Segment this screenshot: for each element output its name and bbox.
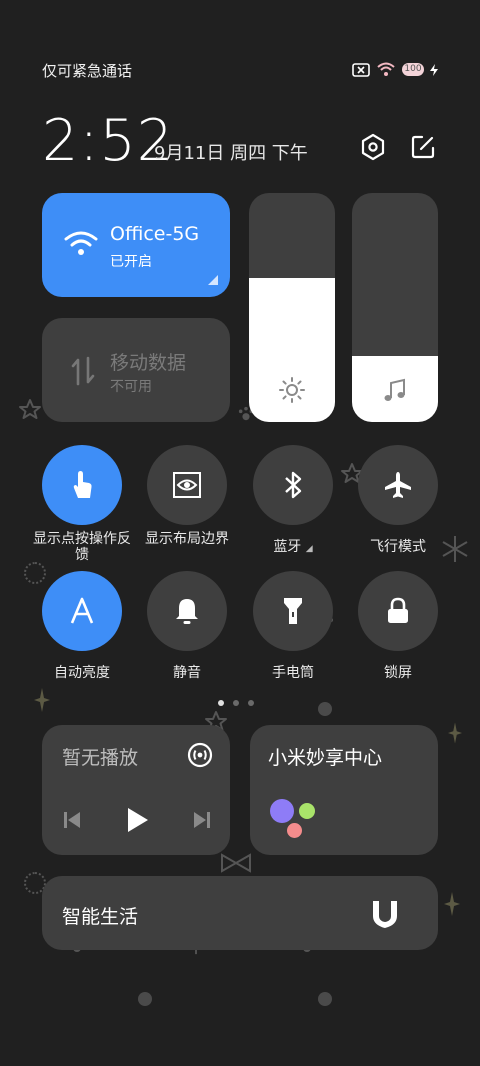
- silent-toggle[interactable]: [147, 571, 227, 651]
- touch-icon: [73, 471, 92, 498]
- mobile-data-status: 不可用: [110, 379, 152, 395]
- mobile-data-tile[interactable]: 移动数据 不可用: [42, 318, 230, 422]
- lock-screen-label: 锁屏: [384, 665, 412, 681]
- volume-slider[interactable]: [352, 193, 438, 422]
- lock-screen-toggle[interactable]: [358, 571, 438, 651]
- wifi-network-name: Office-5G: [110, 223, 200, 245]
- media-player-tile[interactable]: 暂无播放: [42, 725, 230, 855]
- flashlight-toggle[interactable]: [253, 571, 333, 651]
- sparkle-decoration: [34, 688, 50, 712]
- bow-decoration: [221, 853, 251, 873]
- wifi-icon: [64, 231, 98, 255]
- mobile-data-icon: [71, 356, 95, 386]
- page-indicator: [218, 700, 254, 706]
- settings-icon[interactable]: [358, 132, 388, 162]
- bluetooth-toggle[interactable]: [253, 445, 333, 525]
- wifi-tile[interactable]: Office-5G 已开启: [42, 193, 230, 297]
- edit-icon[interactable]: [408, 132, 438, 162]
- bluetooth-label: 蓝牙 ◢: [273, 539, 313, 555]
- auto-brightness-icon: [70, 597, 94, 624]
- layout-bounds-icon: [173, 472, 201, 498]
- previous-track-icon[interactable]: [62, 810, 82, 830]
- media-title: 暂无播放: [62, 747, 139, 769]
- dot-decoration: [138, 992, 152, 1006]
- battery-icon: 100: [402, 63, 424, 76]
- touch-feedback-toggle[interactable]: [42, 445, 122, 525]
- layout-bounds-label: 显示布局边界: [145, 531, 229, 547]
- music-note-icon: [384, 378, 405, 401]
- airplane-icon: [385, 472, 411, 498]
- airplane-mode-label: 飞行模式: [370, 539, 426, 555]
- mi-share-title: 小米妙享中心: [268, 747, 383, 769]
- expand-corner-icon[interactable]: [208, 275, 218, 285]
- mi-share-logo-icon: [270, 799, 320, 843]
- airplane-mode-toggle[interactable]: [358, 445, 438, 525]
- smart-life-title: 智能生活: [62, 906, 139, 928]
- layout-bounds-toggle[interactable]: [147, 445, 227, 525]
- page-dot[interactable]: [248, 700, 254, 706]
- dot-decoration: [24, 562, 46, 584]
- wifi-status: 已开启: [110, 254, 152, 270]
- touch-feedback-label: 显示点按操作反馈: [33, 531, 131, 563]
- bluetooth-icon: [285, 471, 302, 499]
- smart-life-tile[interactable]: 智能生活: [42, 876, 438, 950]
- dot-decoration: [318, 992, 332, 1006]
- auto-brightness-toggle[interactable]: [42, 571, 122, 651]
- lock-icon: [388, 597, 408, 623]
- page-dot[interactable]: [218, 700, 224, 706]
- status-icons: 100: [352, 62, 438, 77]
- no-sim-icon: [352, 62, 370, 77]
- wifi-signal-icon: [377, 62, 395, 76]
- sun-icon: [279, 377, 305, 403]
- brightness-slider[interactable]: [249, 193, 335, 422]
- star-decoration: [19, 399, 41, 419]
- sparkle-decoration: [444, 892, 460, 916]
- page-dot[interactable]: [233, 700, 239, 706]
- silent-label: 静音: [173, 665, 201, 681]
- flashlight-label: 手电筒: [272, 665, 314, 681]
- cast-output-icon[interactable]: [186, 741, 214, 769]
- flashlight-icon: [284, 598, 302, 624]
- bell-icon: [176, 599, 198, 624]
- next-track-icon[interactable]: [192, 810, 212, 830]
- carrier-status-text: 仅可紧急通话: [42, 62, 133, 80]
- date-text: 9月11日 周四 下午: [154, 143, 308, 164]
- dot-decoration: [318, 702, 332, 716]
- mijia-logo-icon: [373, 901, 397, 928]
- auto-brightness-label: 自动亮度: [54, 665, 110, 681]
- sparkle-decoration: [448, 722, 462, 744]
- play-icon[interactable]: [126, 806, 150, 834]
- mi-share-tile[interactable]: 小米妙享中心: [250, 725, 438, 855]
- mobile-data-title: 移动数据: [110, 352, 187, 374]
- charging-icon: [430, 63, 438, 76]
